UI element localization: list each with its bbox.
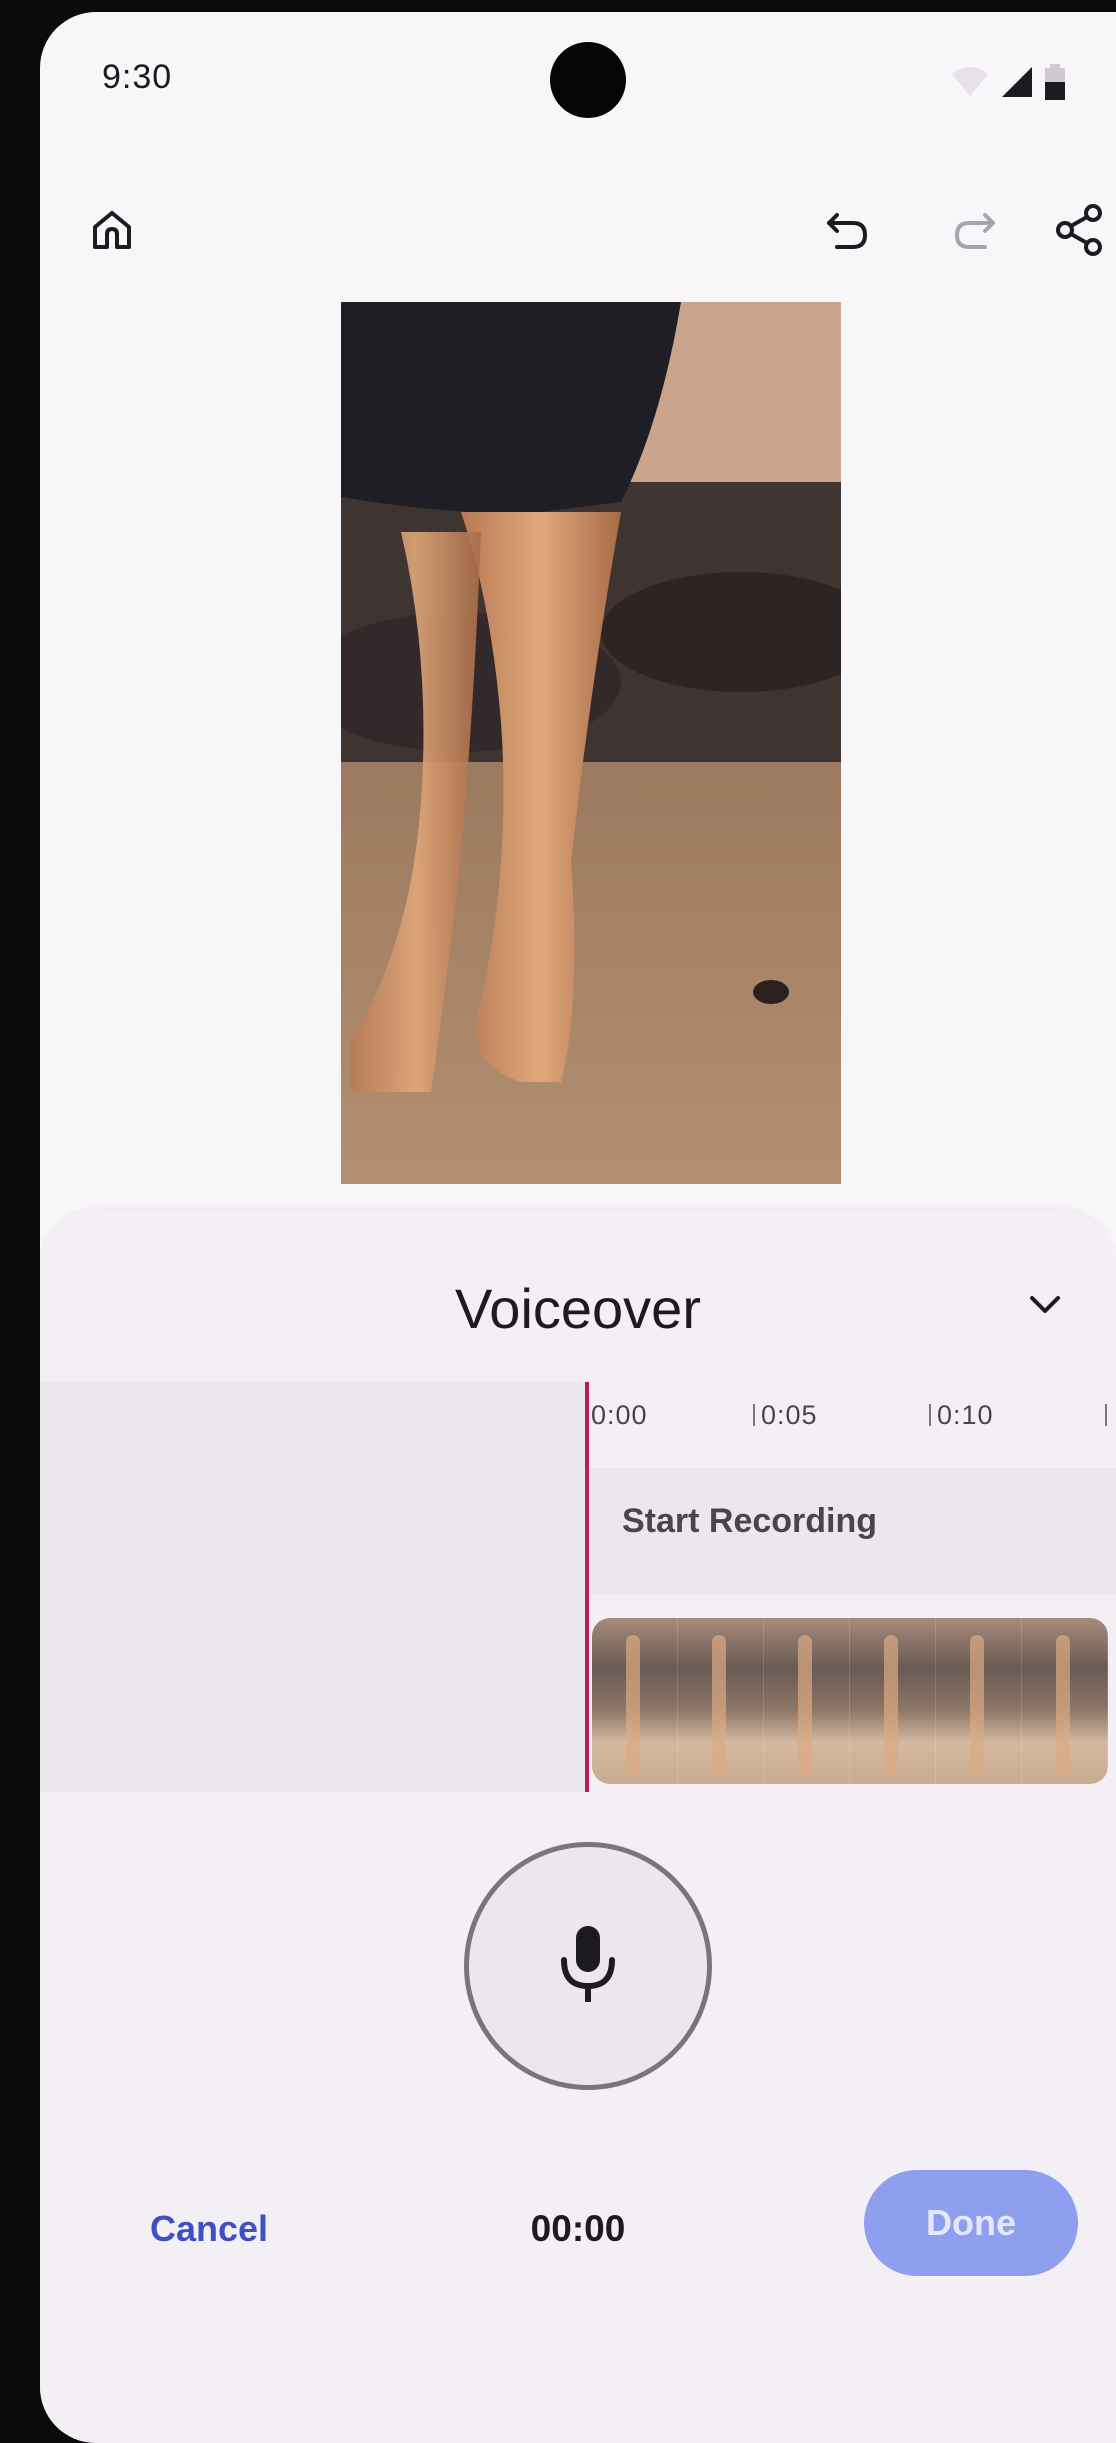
redo-button[interactable]	[934, 190, 1014, 270]
home-icon	[93, 211, 131, 249]
tick-mark	[929, 1404, 931, 1426]
tick-mark	[753, 1404, 755, 1426]
video-filmstrip[interactable]	[592, 1618, 1108, 1784]
filmstrip-frame	[936, 1618, 1022, 1784]
microphone-icon	[561, 1926, 615, 2002]
battery-icon	[1045, 64, 1065, 100]
tick-label: 0:05	[761, 1400, 818, 1430]
filmstrip-frame	[764, 1618, 850, 1784]
tick-label: 0:10	[937, 1400, 994, 1430]
done-button[interactable]: Done	[864, 2170, 1078, 2276]
wifi-icon	[952, 67, 988, 96]
playhead[interactable]	[585, 1382, 589, 1792]
tick-mark	[1105, 1404, 1107, 1426]
share-icon	[1056, 204, 1102, 256]
filmstrip-frame	[1022, 1618, 1108, 1784]
voiceover-sheet: Voiceover 0:00 0:05 0:10 Start Recording	[40, 1210, 1116, 2443]
chevron-down-icon	[1030, 1296, 1060, 1313]
recording-track[interactable]: Start Recording	[590, 1468, 1116, 1594]
sheet-title: Voiceover	[455, 1277, 701, 1340]
filmstrip-frame	[850, 1618, 936, 1784]
home-button[interactable]	[72, 190, 152, 270]
status-bar: 9:30	[40, 12, 1116, 162]
video-preview[interactable]	[341, 302, 841, 1184]
undo-button[interactable]	[808, 190, 888, 270]
filmstrip-frame	[678, 1618, 764, 1784]
collapse-sheet-button[interactable]	[1010, 1270, 1080, 1340]
filmstrip-frame	[592, 1618, 678, 1784]
share-button[interactable]	[1040, 190, 1116, 270]
undo-icon	[827, 213, 868, 249]
start-recording-label: Start Recording	[622, 1502, 878, 1540]
time-ruler: 0:00 0:05 0:10	[585, 1382, 1116, 1462]
timeline-empty-area	[40, 1382, 585, 1792]
signal-icon	[1002, 67, 1032, 97]
status-time: 9:30	[102, 58, 173, 96]
phone-screen: 9:30 Voiceover 0:00 0:05 0:10 Start Reco…	[40, 12, 1116, 2443]
app-bar	[40, 182, 1116, 282]
status-icons	[950, 64, 1066, 100]
video-frame-image	[341, 302, 841, 1184]
redo-icon	[954, 213, 995, 249]
camera-cutout	[550, 42, 626, 118]
tick-label: 0:00	[591, 1400, 648, 1430]
timeline[interactable]: 0:00 0:05 0:10 Start Recording	[40, 1382, 1116, 1792]
record-mic-button[interactable]	[464, 1842, 712, 2090]
